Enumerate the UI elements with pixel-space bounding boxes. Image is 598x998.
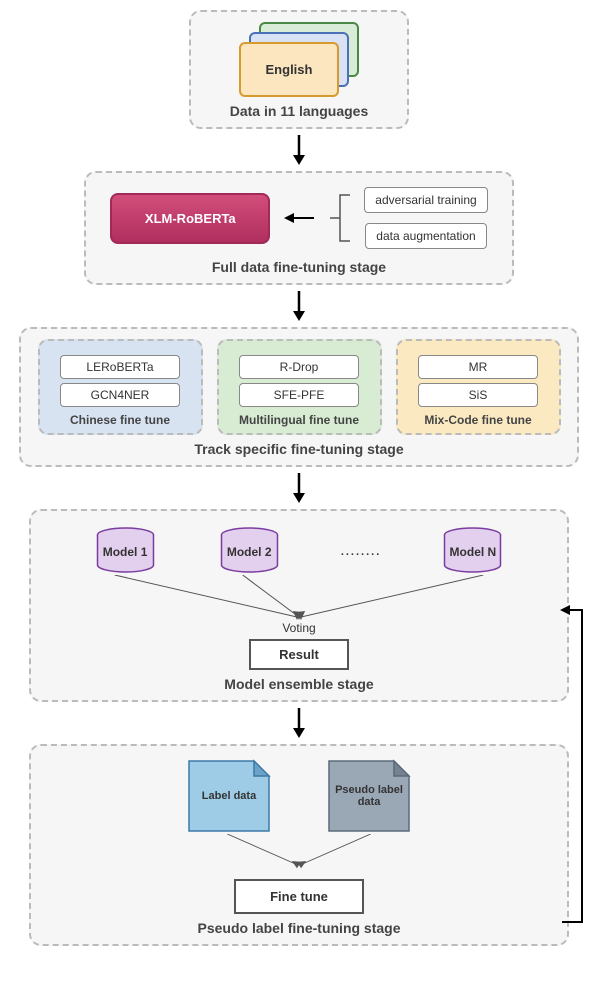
gcn4ner-tag: GCN4NER [60, 383, 180, 407]
ellipsis-icon: ........ [341, 546, 381, 558]
pseudo-label-data-text: Pseudo label data [324, 784, 414, 808]
pseudo-label-data-doc: Pseudo label data [324, 756, 414, 836]
arrow-down-icon [10, 467, 588, 509]
mr-tag: MR [418, 355, 538, 379]
mixcode-finetune-label: Mix-Code fine tune [408, 413, 549, 427]
feedback-arrow-icon [556, 602, 586, 932]
rdrop-tag: R-Drop [239, 355, 359, 379]
stage-data: English Data in 11 languages [189, 10, 409, 129]
xlm-roberta-block: XLM-RoBERTa [110, 193, 270, 244]
chinese-finetune-label: Chinese fine tune [50, 413, 191, 427]
voting-label: Voting [43, 621, 555, 635]
chinese-finetune-box: LERoBERTa GCN4NER Chinese fine tune [38, 339, 203, 435]
leroberta-tag: LERoBERTa [60, 355, 180, 379]
stage-ensemble: Model 1 Model 2 ........ Model N Voting … [29, 509, 569, 702]
modeln-label: Model N [450, 545, 497, 559]
stage2-label: Full data fine-tuning stage [98, 259, 500, 275]
adversarial-training-box: adversarial training [364, 187, 487, 213]
modeln-db: Model N [440, 527, 505, 577]
sis-tag: SiS [418, 383, 538, 407]
stage1-label: Data in 11 languages [203, 103, 395, 119]
lang-card-english: English [239, 42, 339, 97]
multilingual-finetune-box: R-Drop SFE-PFE Multilingual fine tune [217, 339, 382, 435]
label-data-text: Label data [196, 790, 262, 802]
result-box: Result [249, 639, 349, 670]
stage-full-finetune: XLM-RoBERTa adversarial training data au… [84, 171, 514, 285]
stage5-label: Pseudo label fine-tuning stage [43, 920, 555, 936]
language-cards: English [239, 22, 359, 97]
xlm-roberta-label: XLM-RoBERTa [145, 211, 236, 226]
arrow-down-icon [10, 285, 588, 327]
finetune-box: Fine tune [234, 879, 364, 914]
lang-card-label: English [266, 62, 313, 77]
label-data-doc: Label data [184, 756, 274, 836]
arrow-left-icon [284, 208, 316, 228]
mixcode-finetune-box: MR SiS Mix-Code fine tune [396, 339, 561, 435]
model1-db: Model 1 [93, 527, 158, 577]
model2-label: Model 2 [227, 545, 272, 559]
model1-label: Model 1 [103, 545, 148, 559]
stage-track-finetune: LERoBERTa GCN4NER Chinese fine tune R-Dr… [19, 327, 579, 467]
voting-lines-icon [43, 575, 555, 620]
stage3-label: Track specific fine-tuning stage [33, 441, 565, 457]
multilingual-finetune-label: Multilingual fine tune [229, 413, 370, 427]
sfe-pfe-tag: SFE-PFE [239, 383, 359, 407]
data-augmentation-box: data augmentation [365, 223, 486, 249]
stage-pseudo-label: Label data Pseudo label data Fine tune P… [29, 744, 569, 946]
stage4-label: Model ensemble stage [43, 676, 555, 692]
arrow-down-icon [10, 129, 588, 171]
merge-lines-icon [43, 834, 555, 870]
arrow-down-icon [10, 702, 588, 744]
model2-db: Model 2 [217, 527, 282, 577]
